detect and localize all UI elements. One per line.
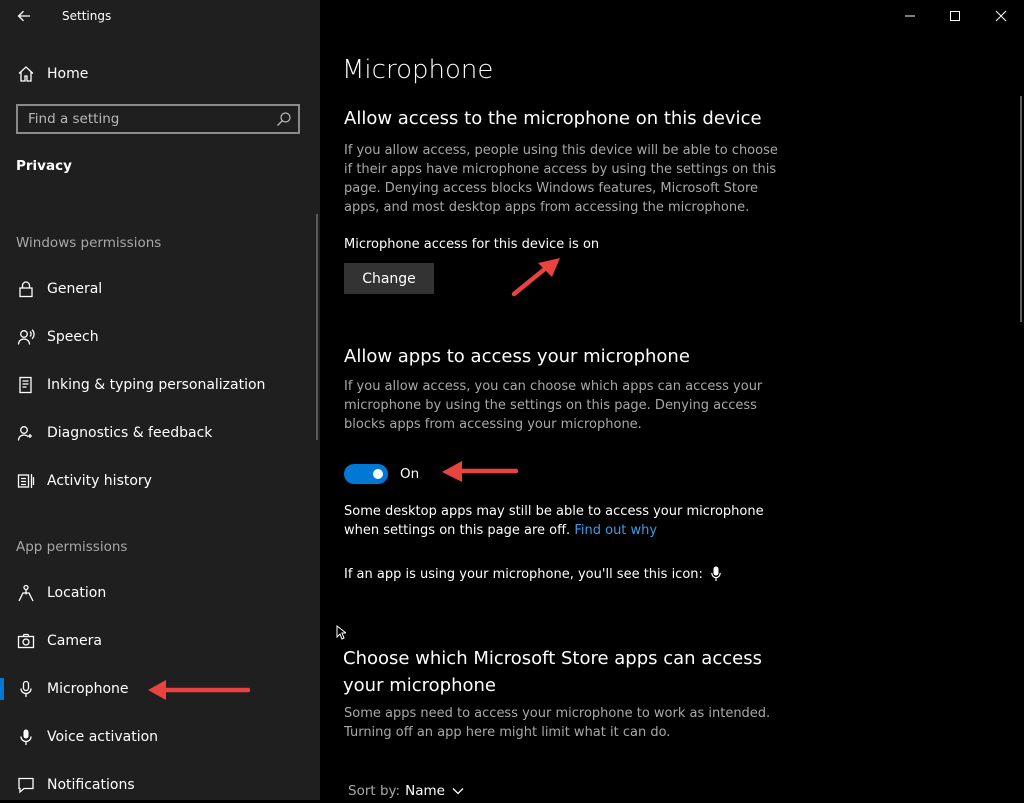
sidebar-item-diagnostics-feedback[interactable]: Diagnostics & feedback — [0, 415, 320, 451]
inking-icon — [16, 375, 36, 395]
home-label: Home — [47, 66, 89, 82]
device-access-description: If you allow access, people using this d… — [344, 143, 778, 215]
maximize-button[interactable] — [932, 2, 978, 30]
change-button[interactable]: Change — [344, 263, 434, 294]
voice-activation-icon — [16, 727, 36, 747]
app-access-description: If you allow access, you can choose whic… — [344, 379, 763, 432]
store-apps-description: Some apps need to access your microphone… — [344, 706, 771, 740]
device-access-heading: Allow access to the microphone on this d… — [344, 108, 762, 129]
sidebar-item-activity-history[interactable]: Activity history — [0, 463, 320, 499]
sidebar-item-label: Location — [47, 585, 107, 601]
sidebar-item-label: Inking & typing personalization — [47, 377, 266, 393]
sort-label: Sort by: — [348, 783, 401, 799]
sidebar-item-notifications[interactable]: Notifications — [0, 767, 320, 803]
sidebar-item-inking-typing[interactable]: Inking & typing personalization — [0, 367, 320, 403]
desktop-apps-note-text: Some desktop apps may still be able to a… — [344, 504, 764, 538]
microphone-icon — [711, 566, 721, 581]
mouse-cursor-icon — [336, 625, 346, 640]
sort-dropdown[interactable]: Sort by: Name — [348, 783, 464, 799]
chevron-down-icon — [452, 788, 464, 795]
sidebar-item-label: Diagnostics & feedback — [47, 425, 213, 441]
app-access-heading: Allow apps to access your microphone — [344, 346, 690, 367]
back-button[interactable] — [12, 4, 36, 28]
sidebar-item-location[interactable]: Location — [0, 575, 320, 611]
icon-note: If an app is using your microphone, you'… — [344, 566, 721, 582]
location-icon — [16, 583, 36, 603]
sidebar-item-label: Speech — [47, 329, 99, 345]
sidebar-item-label: Microphone — [47, 681, 129, 697]
minimize-button[interactable] — [887, 2, 933, 30]
device-access-status: Microphone access for this device is on — [344, 237, 600, 252]
icon-note-text: If an app is using your microphone, you'… — [344, 566, 703, 582]
sidebar-item-label: Notifications — [47, 777, 135, 793]
close-button[interactable] — [978, 2, 1024, 30]
microphone-icon — [16, 679, 36, 699]
annotation-arrow-icon — [511, 258, 560, 297]
sidebar-item-label: Activity history — [47, 473, 152, 489]
back-arrow-icon — [17, 10, 30, 22]
lock-icon — [16, 279, 36, 299]
app-access-toggle[interactable] — [344, 464, 388, 484]
search-box[interactable] — [16, 104, 300, 134]
minimize-icon — [905, 15, 915, 17]
sidebar-item-label: General — [47, 281, 103, 297]
search-input[interactable] — [18, 106, 278, 132]
sidebar-item-label: Camera — [47, 633, 102, 649]
desktop-apps-note: Some desktop apps may still be able to a… — [344, 502, 794, 540]
store-apps-heading: Choose which Microsoft Store apps can ac… — [343, 648, 762, 696]
diagnostics-icon — [16, 423, 36, 443]
sidebar-item-general[interactable]: General — [0, 271, 320, 307]
annotation-arrow-icon — [442, 461, 519, 482]
main-content: Microphone Allow access to the microphon… — [320, 0, 1024, 800]
search-icon[interactable] — [276, 111, 292, 127]
sidebar-item-camera[interactable]: Camera — [0, 623, 320, 659]
sidebar: Settings Home Privacy Windows permission… — [0, 0, 320, 800]
section-heading-app-permissions: App permissions — [16, 539, 128, 555]
maximize-icon — [950, 11, 960, 21]
find-out-why-link[interactable]: Find out why — [574, 523, 657, 538]
sidebar-item-label: Voice activation — [47, 729, 159, 745]
main-scrollbar[interactable] — [1020, 96, 1022, 322]
section-heading-windows-permissions: Windows permissions — [16, 235, 162, 251]
sort-value: Name — [405, 783, 445, 799]
sidebar-item-home[interactable]: Home — [16, 62, 88, 86]
sidebar-item-voice-activation[interactable]: Voice activation — [0, 719, 320, 755]
breadcrumb: Privacy — [16, 158, 72, 174]
app-title: Settings — [62, 9, 112, 23]
notifications-icon — [16, 775, 36, 795]
annotation-arrow-icon — [148, 680, 251, 700]
sidebar-scrollbar[interactable] — [316, 214, 318, 440]
close-icon — [995, 10, 1007, 22]
camera-icon — [16, 631, 36, 651]
toggle-knob — [373, 469, 383, 479]
sidebar-item-speech[interactable]: Speech — [0, 319, 320, 355]
home-icon — [16, 64, 36, 84]
speech-icon — [16, 327, 36, 347]
toggle-state-label: On — [400, 466, 420, 482]
activity-history-icon — [16, 471, 36, 491]
page-title: Microphone — [342, 55, 494, 85]
